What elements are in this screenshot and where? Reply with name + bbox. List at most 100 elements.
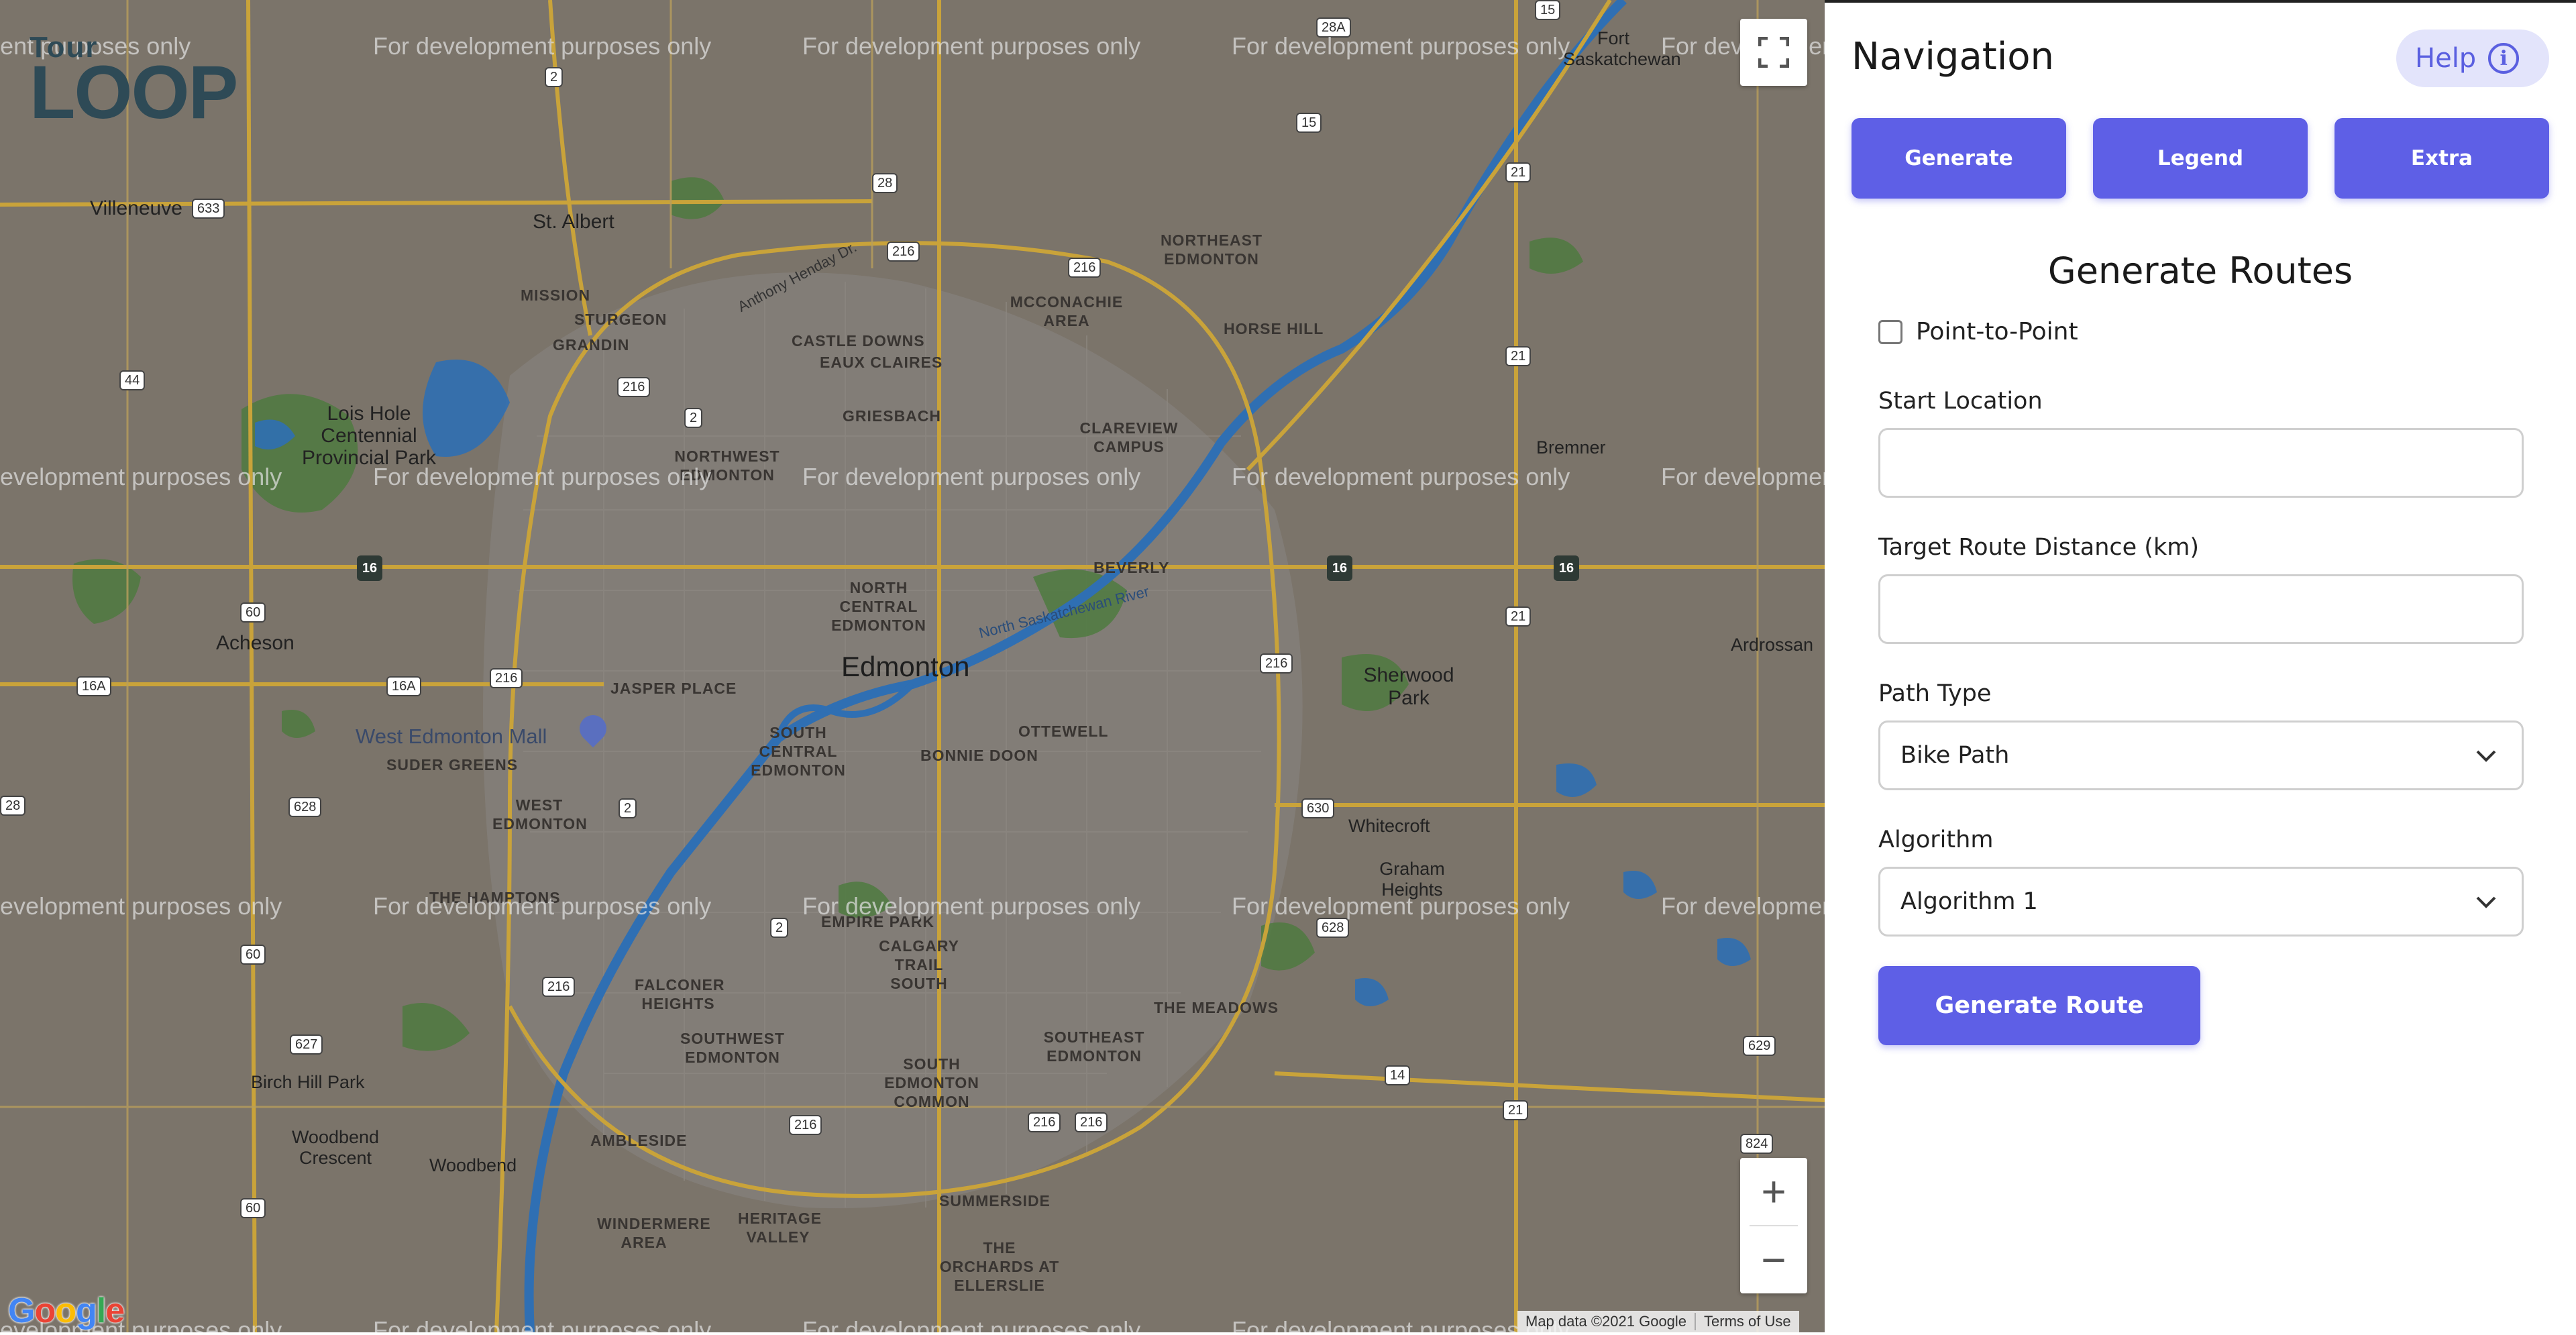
target-distance-input[interactable] xyxy=(1878,574,2524,644)
route-shield: 2 xyxy=(619,798,637,818)
place-label: St. Albert xyxy=(533,211,614,233)
watermark: For development purposes only xyxy=(373,892,712,920)
place-label: West Edmonton Mall xyxy=(356,725,547,748)
fullscreen-icon xyxy=(1758,37,1789,68)
attribution-text: Map data ©2021 Google xyxy=(1525,1313,1687,1330)
place-label: Woodbend Crescent xyxy=(291,1127,380,1168)
neighbourhood-label: AMBLESIDE xyxy=(590,1132,688,1149)
place-label: Villeneuve xyxy=(90,197,182,219)
fullscreen-button[interactable] xyxy=(1740,19,1807,86)
route-shield: 216 xyxy=(1068,258,1102,278)
algorithm-label: Algorithm xyxy=(1878,826,1994,853)
tab-extra[interactable]: Extra xyxy=(2334,118,2549,199)
neighbourhood-label: NORTH CENTRAL EDMONTON xyxy=(831,579,926,634)
place-label: Ardrossan xyxy=(1731,635,1814,655)
place-label: Whitecroft xyxy=(1348,816,1430,836)
start-location-label: Start Location xyxy=(1878,388,2043,415)
route-shield: 44 xyxy=(119,370,146,390)
watermark: For development purposes only xyxy=(373,1316,712,1332)
route-shield: 216 xyxy=(1075,1112,1108,1132)
route-shield: 60 xyxy=(240,602,266,623)
point-to-point-label: Point-to-Point xyxy=(1916,318,2078,345)
place-label: Acheson xyxy=(216,632,294,654)
point-to-point-checkbox[interactable] xyxy=(1878,319,1902,344)
route-shield: 21 xyxy=(1505,162,1532,182)
neighbourhood-label: SOUTHEAST EDMONTON xyxy=(1043,1028,1145,1065)
map-view[interactable]: Edmonton St. Albert Villeneuve Lois Hole… xyxy=(0,0,1825,1332)
neighbourhood-label: CALGARY TRAIL SOUTH xyxy=(879,937,959,992)
target-distance-label: Target Route Distance (km) xyxy=(1878,534,2199,561)
algorithm-select[interactable]: Algorithm 1 xyxy=(1878,867,2524,937)
watermark: For development purposes only xyxy=(802,32,1141,60)
route-shield: 216 xyxy=(542,977,576,997)
place-label: Fort Saskatchewan xyxy=(1563,28,1681,69)
watermark: For development purposes only xyxy=(802,892,1141,920)
neighbourhood-label: HERITAGE VALLEY xyxy=(738,1210,822,1246)
city-label: Edmonton xyxy=(841,651,970,682)
route-shield: 28 xyxy=(0,796,26,816)
route-shield: 16 xyxy=(1327,555,1352,581)
route-shield: 630 xyxy=(1301,798,1335,818)
section-title: Generate Routes xyxy=(2047,250,2353,292)
logo-bottom-text: LOOP xyxy=(30,50,238,134)
neighbourhood-label: MISSION xyxy=(521,286,591,304)
zoom-in-button[interactable]: + xyxy=(1740,1158,1807,1225)
route-shield: 15 xyxy=(1296,113,1322,133)
tab-generate[interactable]: Generate xyxy=(1851,118,2066,199)
neighbourhood-label: FALCONER HEIGHTS xyxy=(635,976,725,1012)
watermark: For development purposes only xyxy=(1232,892,1570,920)
watermark: For development purposes only xyxy=(1232,463,1570,490)
neighbourhood-label: THE MEADOWS xyxy=(1154,999,1279,1016)
google-logo[interactable]: Google xyxy=(8,1291,125,1331)
navigation-panel: Navigation Help i Generate Legend Extra … xyxy=(1825,0,2576,1335)
watermark: For development purposes only xyxy=(802,463,1141,490)
point-to-point-option[interactable]: Point-to-Point xyxy=(1878,318,2078,345)
watermark: For development purposes only xyxy=(373,32,712,60)
path-type-value: Bike Path xyxy=(1900,742,2010,769)
route-shield: 633 xyxy=(192,199,225,219)
place-label: Lois Hole Centennial Provincial Park xyxy=(301,403,437,469)
terms-link[interactable]: Terms of Use xyxy=(1695,1313,1799,1330)
tab-legend[interactable]: Legend xyxy=(2093,118,2308,199)
generate-route-button[interactable]: Generate Route xyxy=(1878,966,2200,1045)
watermark: For development purposes only xyxy=(373,463,712,490)
panel-title: Navigation xyxy=(1851,35,2055,78)
start-location-input[interactable] xyxy=(1878,428,2524,498)
neighbourhood-label: THE ORCHARDS AT ELLERSLIE xyxy=(939,1239,1060,1294)
neighbourhood-label: HORSE HILL xyxy=(1224,320,1324,337)
watermark: For development purposes only xyxy=(1661,463,1825,490)
route-shield: 216 xyxy=(789,1115,822,1135)
route-shield: 15 xyxy=(1535,0,1561,20)
neighbourhood-label: BEVERLY xyxy=(1093,559,1170,576)
help-label: Help xyxy=(2415,43,2477,74)
route-shield: 2 xyxy=(770,918,789,938)
route-shield: 216 xyxy=(1260,653,1293,674)
help-button[interactable]: Help i xyxy=(2396,30,2549,87)
route-shield: 628 xyxy=(288,797,322,817)
neighbourhood-label: BONNIE DOON xyxy=(920,747,1038,764)
path-type-label: Path Type xyxy=(1878,680,1992,707)
neighbourhood-label: EAUX CLAIRES xyxy=(820,354,943,371)
neighbourhood-label: WINDERMERE AREA xyxy=(597,1215,711,1251)
route-shield: 216 xyxy=(490,668,523,688)
watermark: For development purposes only xyxy=(0,892,282,920)
neighbourhood-label: SOUTHWEST EDMONTON xyxy=(680,1030,785,1066)
route-shield: 216 xyxy=(1028,1112,1061,1132)
route-shield: 14 xyxy=(1385,1065,1411,1085)
info-icon: i xyxy=(2488,43,2520,74)
route-shield: 629 xyxy=(1743,1036,1776,1056)
watermark: For development purposes only xyxy=(1232,32,1570,60)
path-type-select[interactable]: Bike Path xyxy=(1878,720,2524,790)
route-shield: 627 xyxy=(290,1034,323,1055)
route-shield: 2 xyxy=(684,408,703,428)
app-logo: Tour LOOP xyxy=(30,31,238,130)
neighbourhood-label: GRIESBACH xyxy=(843,407,942,425)
neighbourhood-label: GRANDIN xyxy=(553,336,630,354)
neighbourhood-label: CASTLE DOWNS xyxy=(792,332,925,350)
watermark: For development purposes only xyxy=(802,1316,1141,1332)
route-shield: 28 xyxy=(872,173,898,193)
route-shield: 16A xyxy=(76,676,111,696)
zoom-out-button[interactable]: − xyxy=(1740,1226,1807,1293)
route-shield: 21 xyxy=(1505,606,1532,627)
neighbourhood-label: SOUTH EDMONTON COMMON xyxy=(884,1055,979,1110)
